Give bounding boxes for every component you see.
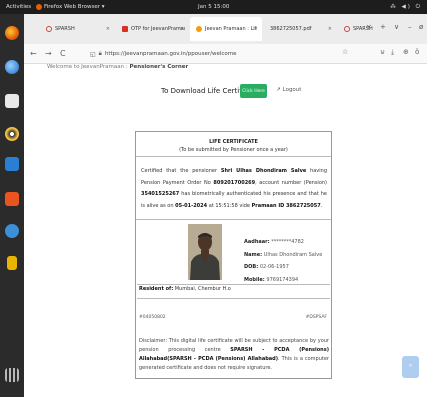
welcome-line: Welcome to JeevanPramaan : Pensioner's C… bbox=[47, 64, 188, 70]
firefox-icon bbox=[36, 4, 42, 10]
help-icon[interactable] bbox=[5, 224, 19, 238]
pensioner-name: Shri Ulhas Dhondiram Salve bbox=[220, 168, 307, 174]
resident-label: Resident of: bbox=[139, 286, 174, 292]
software-center-icon[interactable] bbox=[5, 192, 19, 206]
certificate-date: 05-01-2024 bbox=[175, 202, 208, 209]
gmail-icon bbox=[122, 26, 128, 32]
close-icon[interactable]: × bbox=[180, 26, 184, 32]
show-apps-icon[interactable] bbox=[5, 368, 19, 382]
aadhaar-label: Aadhaar: bbox=[244, 239, 270, 245]
browser-window: SPARSH × OTP for JeevanPramaı × Jeevan P… bbox=[24, 14, 427, 397]
tab-sparsh-1[interactable]: SPARSH × bbox=[40, 17, 114, 41]
account-number: 35401525267 bbox=[141, 191, 180, 197]
scroll-to-top-button[interactable]: ^ bbox=[402, 356, 419, 378]
close-icon[interactable]: × bbox=[328, 26, 332, 32]
lock-icon: 🔒︎ bbox=[98, 50, 102, 57]
extensions-icon[interactable]: ⊕ bbox=[403, 48, 409, 56]
app-menu[interactable]: Firefox Web Browser ▾ bbox=[36, 4, 105, 10]
writer-icon[interactable] bbox=[5, 157, 19, 171]
logout-label: Logout bbox=[282, 87, 302, 93]
tab-favicon bbox=[46, 26, 52, 32]
dob-value: 02-06-1957 bbox=[259, 264, 289, 270]
tab-favicon bbox=[196, 26, 202, 32]
bookmark-star-icon[interactable]: ☆ bbox=[342, 48, 348, 56]
close-window-button[interactable]: ø bbox=[419, 23, 423, 31]
tab-label: 3862725057.pdf bbox=[270, 26, 312, 32]
close-icon[interactable]: × bbox=[254, 26, 258, 32]
life-certificate: LIFE CERTIFICATE (To be submitted by Pen… bbox=[135, 131, 332, 379]
forward-button[interactable]: → bbox=[45, 49, 52, 58]
firefox-icon[interactable] bbox=[5, 26, 19, 40]
dob-label: DOB: bbox=[244, 264, 259, 270]
app-icon[interactable] bbox=[7, 256, 17, 270]
dock bbox=[0, 14, 24, 397]
pensioner-details: Aadhaar: ********4782 Name: Ulhas Dhondi… bbox=[244, 236, 322, 286]
system-tray-icons[interactable]: ⁂ ◀) ⏻ bbox=[390, 4, 422, 11]
pramaan-id: 3862725057 bbox=[285, 202, 321, 209]
minimize-button[interactable]: – bbox=[408, 23, 412, 31]
certificate-subtitle: (To be submitted by Pensioner once a yea… bbox=[179, 147, 288, 153]
divider bbox=[136, 219, 331, 220]
navigation-bar: ← → C ◱ 🔒︎ https://jeevanpramaan.gov.in/… bbox=[24, 44, 427, 64]
logout-icon: ↗ bbox=[276, 87, 281, 93]
url-field[interactable]: ◱ 🔒︎ https://jeevanpramaan.gov.in/ppouse… bbox=[90, 47, 340, 61]
tab-list-button[interactable]: ∨ bbox=[394, 23, 399, 31]
url-text: https://jeevanpramaan.gov.in/ppouser/wel… bbox=[104, 51, 237, 57]
welcome-prefix: Welcome to JeevanPramaan : bbox=[47, 64, 128, 70]
app-menu-label: Firefox Web Browser ▾ bbox=[44, 4, 105, 10]
pensioner-photo bbox=[188, 224, 222, 280]
page-content: Welcome to JeevanPramaan : Pensioner's C… bbox=[24, 64, 427, 397]
tab-jeevan-pramaan[interactable]: Jeevan Pramaan : Lif × bbox=[190, 17, 262, 41]
statement-text: at 15:51:58 vide bbox=[207, 202, 252, 209]
files-icon[interactable] bbox=[5, 94, 19, 108]
certificate-header: LIFE CERTIFICATE (To be submitted by Pen… bbox=[136, 132, 331, 157]
new-tab-button[interactable]: + bbox=[380, 23, 386, 31]
account-icon[interactable]: ô bbox=[415, 48, 419, 56]
shield-icon: ◱ bbox=[90, 50, 96, 58]
tab-otp[interactable]: OTP for JeevanPramaı × bbox=[116, 17, 188, 41]
resident-row: Resident of: Mumbai, Chembur H.o bbox=[137, 284, 330, 299]
tab-label: OTP for JeevanPramaı bbox=[131, 26, 186, 32]
tab-label: Jeevan Pramaan : Lif bbox=[205, 26, 257, 32]
mobile-value: 9769174394 bbox=[266, 276, 299, 283]
statement-text: . bbox=[320, 202, 323, 209]
resident-value: Mumbai, Chembur H.o bbox=[173, 286, 231, 292]
code-left: #04050802 bbox=[139, 315, 166, 320]
reload-button[interactable]: C bbox=[60, 49, 66, 58]
statement-text: Certified that the pensioner bbox=[141, 168, 221, 174]
mobile-label: Mobile: bbox=[244, 276, 265, 283]
tab-pdf[interactable]: 3862725057.pdf × bbox=[264, 17, 336, 41]
certificate-statement: Certified that the pensioner Shri Ulhas … bbox=[141, 166, 327, 212]
back-button[interactable]: ← bbox=[30, 49, 37, 58]
code-right: #DSPSAF bbox=[305, 315, 327, 320]
aadhaar-value: ********4782 bbox=[271, 239, 304, 245]
activities-button[interactable]: Activities bbox=[6, 4, 31, 10]
logout-link[interactable]: ↗ Logout bbox=[276, 87, 301, 93]
system-top-bar: Activities Firefox Web Browser ▾ Jan 5 1… bbox=[0, 0, 427, 14]
name-label: Name: bbox=[244, 251, 263, 258]
click-here-button[interactable]: Click Here bbox=[240, 84, 267, 98]
download-row: To Download Life Certificate Click Here … bbox=[24, 84, 427, 100]
tab-bar: SPARSH × OTP for JeevanPramaı × Jeevan P… bbox=[24, 14, 427, 44]
welcome-role: Pensioner's Corner bbox=[129, 64, 189, 70]
tab-close-icon[interactable]: × bbox=[366, 23, 372, 31]
tab-favicon bbox=[344, 26, 350, 32]
photo-image bbox=[188, 224, 222, 280]
certificate-codes: #04050802 #DSPSAF bbox=[139, 315, 327, 320]
name-value: Ulhas Dhondiram Salve bbox=[263, 251, 323, 258]
pocket-icon[interactable]: ⊍ bbox=[380, 48, 385, 56]
thunderbird-icon[interactable] bbox=[5, 60, 19, 74]
rhythmbox-icon[interactable] bbox=[5, 127, 19, 141]
disclaimer: Disclaimer: This digital life certificat… bbox=[139, 337, 329, 373]
close-icon[interactable]: × bbox=[106, 26, 110, 32]
download-icon[interactable]: ⤓ bbox=[391, 48, 394, 57]
certificate-title: LIFE CERTIFICATE bbox=[209, 139, 258, 145]
ppo-number: 809201700269 bbox=[213, 179, 256, 186]
tab-label: SPARSH bbox=[55, 26, 75, 32]
pramaan-id-label: Pramaan ID bbox=[251, 202, 285, 209]
statement-text: , account number (Pension) bbox=[255, 179, 328, 186]
clock[interactable]: Jan 5 15:00 bbox=[198, 4, 229, 10]
